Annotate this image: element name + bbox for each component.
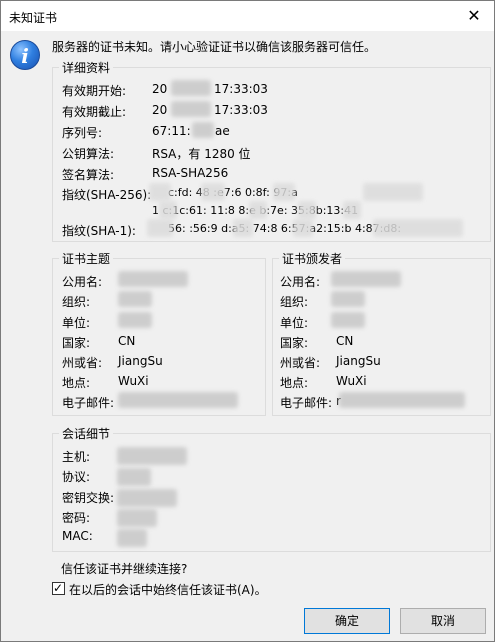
details-value: RSA-SHA256: [152, 166, 229, 180]
subject-group: 证书主题 公用名: 组织: 单位: 国家: CN 州或省: JiangSu 地点…: [52, 250, 266, 416]
issuer-label: 单位:: [280, 316, 309, 330]
redaction-blur: [159, 201, 177, 219]
redaction-blur: [117, 468, 151, 486]
warning-message: 服务器的证书未知。请小心验证证书以确信该服务器可信任。: [52, 40, 377, 54]
title-bar[interactable]: 未知证书 ✕: [1, 1, 494, 31]
subject-label: 国家:: [62, 336, 91, 350]
details-label: 有效期开始:: [62, 84, 127, 98]
redaction-blur: [118, 271, 188, 287]
redaction-blur: [331, 312, 365, 328]
session-label: 密钥交换:: [62, 491, 115, 505]
session-label: 密码:: [62, 511, 91, 525]
redaction-blur: [147, 219, 173, 237]
issuer-legend: 证书颁发者: [279, 250, 346, 267]
details-label: 指纹(SHA-1):: [62, 224, 136, 238]
always-trust-checkbox[interactable]: ✓: [52, 581, 65, 595]
redaction-blur: [233, 219, 253, 237]
details-value: RSA，有 1280 位: [152, 147, 251, 161]
details-label: 公钥算法:: [62, 147, 115, 161]
redaction-blur: [273, 183, 295, 201]
details-value: 20: [152, 103, 168, 117]
subject-label: 地点:: [62, 376, 91, 390]
session-label: MAC:: [62, 529, 93, 543]
session-legend: 会话细节: [59, 425, 114, 442]
redaction-blur: [118, 312, 152, 328]
issuer-label: 组织:: [280, 295, 309, 309]
issuer-label: 电子邮件:: [280, 396, 333, 410]
redaction-blur: [117, 489, 177, 507]
redaction-blur: [373, 219, 463, 237]
redaction-blur: [293, 219, 313, 237]
details-label: 签名算法:: [62, 168, 115, 182]
details-legend: 详细资料: [59, 59, 114, 76]
subject-value: CN: [118, 334, 136, 348]
redaction-blur: [117, 509, 157, 527]
details-label: 有效期截止:: [62, 105, 127, 119]
dialog-window: 未知证书 ✕ i 服务器的证书未知。请小心验证证书以确信该服务器可信任。 详细资…: [0, 0, 495, 642]
info-icon: i: [10, 40, 40, 70]
redaction-blur: [149, 183, 171, 201]
redaction-blur: [171, 101, 211, 117]
subject-label: 单位:: [62, 316, 91, 330]
issuer-label: 地点:: [280, 376, 309, 390]
subject-value: JiangSu: [118, 354, 163, 368]
redaction-blur: [171, 80, 211, 96]
details-label: 指纹(SHA-256):: [62, 188, 152, 202]
issuer-label: 州或省:: [280, 356, 321, 370]
issuer-value: WuXi: [336, 374, 367, 388]
redaction-blur: [249, 201, 267, 219]
redaction-blur: [117, 447, 187, 465]
window-title: 未知证书: [9, 11, 58, 25]
redaction-blur: [118, 392, 238, 408]
issuer-group: 证书颁发者 公用名: 组织: 单位: 国家: CN 州或省: JiangSu 地…: [272, 250, 491, 416]
checkmark-icon: ✓: [53, 581, 64, 595]
subject-value: WuXi: [118, 374, 149, 388]
details-value: 20: [152, 82, 168, 96]
subject-legend: 证书主题: [59, 250, 114, 267]
session-label: 主机:: [62, 450, 91, 464]
redaction-blur: [118, 291, 152, 307]
redaction-blur: [339, 392, 465, 408]
subject-label: 电子邮件:: [62, 396, 115, 410]
redaction-blur: [363, 183, 423, 201]
details-value: 17:33:03: [214, 103, 268, 117]
details-value: 67:11:: [152, 124, 191, 138]
issuer-value: JiangSu: [336, 354, 381, 368]
redaction-blur: [343, 201, 361, 219]
redaction-blur: [201, 183, 225, 201]
subject-label: 州或省:: [62, 356, 103, 370]
details-label: 序列号:: [62, 126, 103, 140]
issuer-label: 公用名:: [280, 275, 321, 289]
details-group: 详细资料 有效期开始: 20 17:33:03 有效期截止: 20 17:33:…: [52, 59, 491, 242]
session-group: 会话细节 主机: 协议: 密钥交换: 密码: MAC:: [52, 425, 491, 552]
cancel-button[interactable]: 取消: [400, 608, 486, 634]
close-icon[interactable]: ✕: [454, 1, 494, 31]
session-label: 协议:: [62, 470, 91, 484]
redaction-blur: [331, 271, 401, 287]
details-value: ae: [215, 124, 230, 138]
ok-button[interactable]: 确定: [304, 608, 390, 634]
details-value: 17:33:03: [214, 82, 268, 96]
redaction-blur: [331, 291, 365, 307]
subject-label: 组织:: [62, 295, 91, 309]
redaction-blur: [192, 122, 214, 138]
trust-question: 信任该证书并继续连接?: [61, 562, 188, 576]
issuer-label: 国家:: [280, 336, 309, 350]
issuer-value: CN: [336, 334, 354, 348]
always-trust-label[interactable]: 在以后的会话中始终信任该证书(A)。: [69, 581, 267, 598]
subject-label: 公用名:: [62, 275, 103, 289]
redaction-blur: [298, 201, 316, 219]
redaction-blur: [117, 529, 147, 547]
